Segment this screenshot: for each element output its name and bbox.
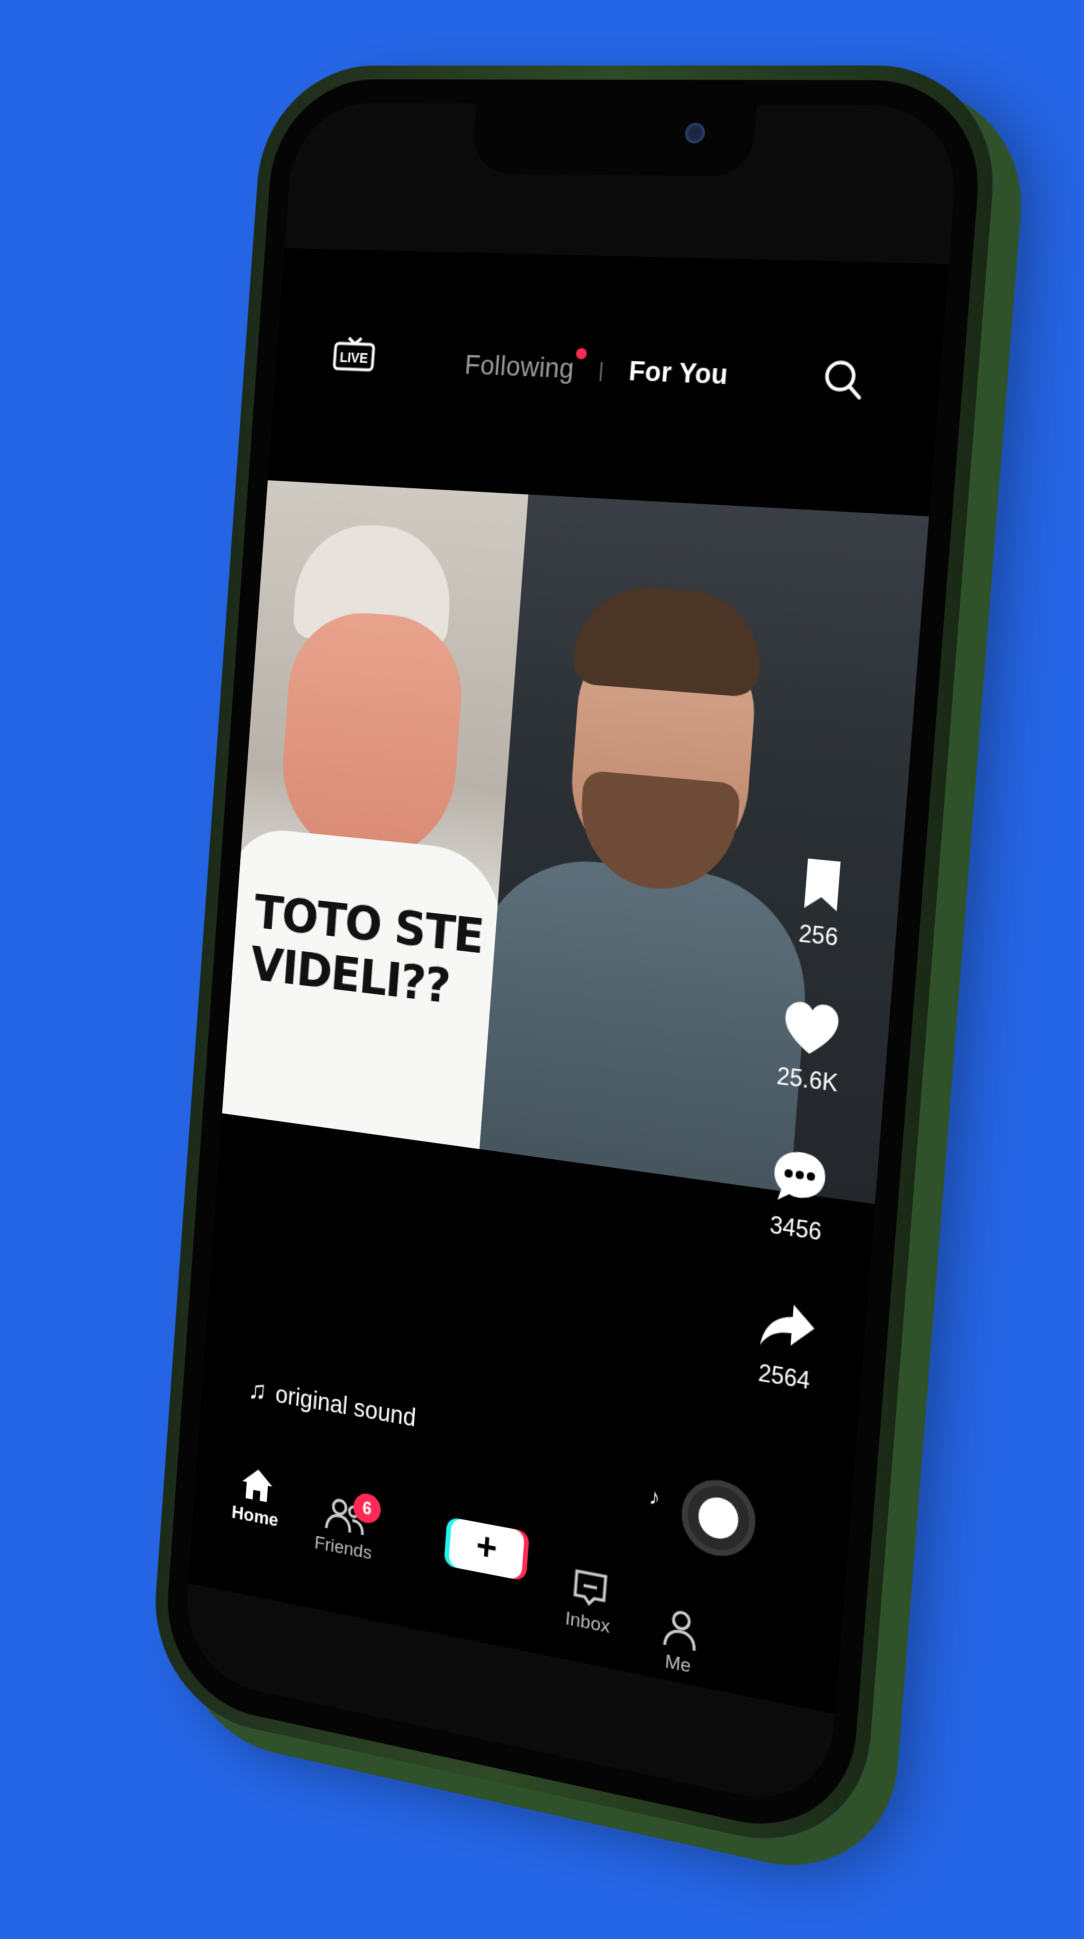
search-icon[interactable] [820,357,866,402]
profile-icon [661,1606,699,1653]
phone-mockup: LIVE Following | For You TOTO STE VIDELI… [147,65,1003,1863]
comment-action[interactable]: 3456 [739,1140,858,1251]
stage: LIVE Following | For You TOTO STE VIDELI… [0,0,1084,1939]
share-count: 2564 [757,1359,811,1395]
video-left-pane: TOTO STE VIDELI?? [222,480,529,1150]
nav-me[interactable]: Me [628,1600,731,1686]
top-bar: LIVE Following | For You [273,287,945,432]
nav-friends[interactable]: Friends 6 [297,1489,392,1568]
nav-home-label: Home [231,1502,279,1532]
nav-home[interactable]: Home [210,1459,303,1537]
sound-label: original sound [274,1380,417,1433]
hair-right [571,582,766,698]
like-action[interactable]: 25.6K [751,992,870,1101]
camera-icon [684,122,706,144]
home-icon [241,1466,274,1503]
nav-me-label: Me [664,1651,692,1678]
comment-icon [772,1149,827,1207]
share-action[interactable]: 2564 [728,1288,846,1401]
share-icon [760,1300,817,1354]
music-note-icon: ♫ [247,1373,268,1407]
new-content-dot [575,347,588,360]
sound-info[interactable]: ♫ original sound [247,1373,417,1433]
bookmark-icon [804,858,841,912]
tab-for-you[interactable]: For You [628,356,729,390]
notch [471,103,757,177]
floating-notes-icon: ♪ [648,1483,661,1511]
save-action[interactable]: 256 [762,848,881,955]
tab-separator: | [597,360,605,383]
create-button[interactable]: + [448,1517,525,1581]
comment-count: 3456 [768,1211,823,1246]
face-left [276,608,468,868]
phone-screen: LIVE Following | For You TOTO STE VIDELI… [181,102,962,1814]
inbox-icon [569,1565,610,1612]
nav-inbox-label: Inbox [564,1608,611,1638]
tab-following[interactable]: Following [464,347,588,384]
nav-inbox[interactable]: Inbox [539,1560,640,1644]
heart-icon [782,1000,840,1057]
